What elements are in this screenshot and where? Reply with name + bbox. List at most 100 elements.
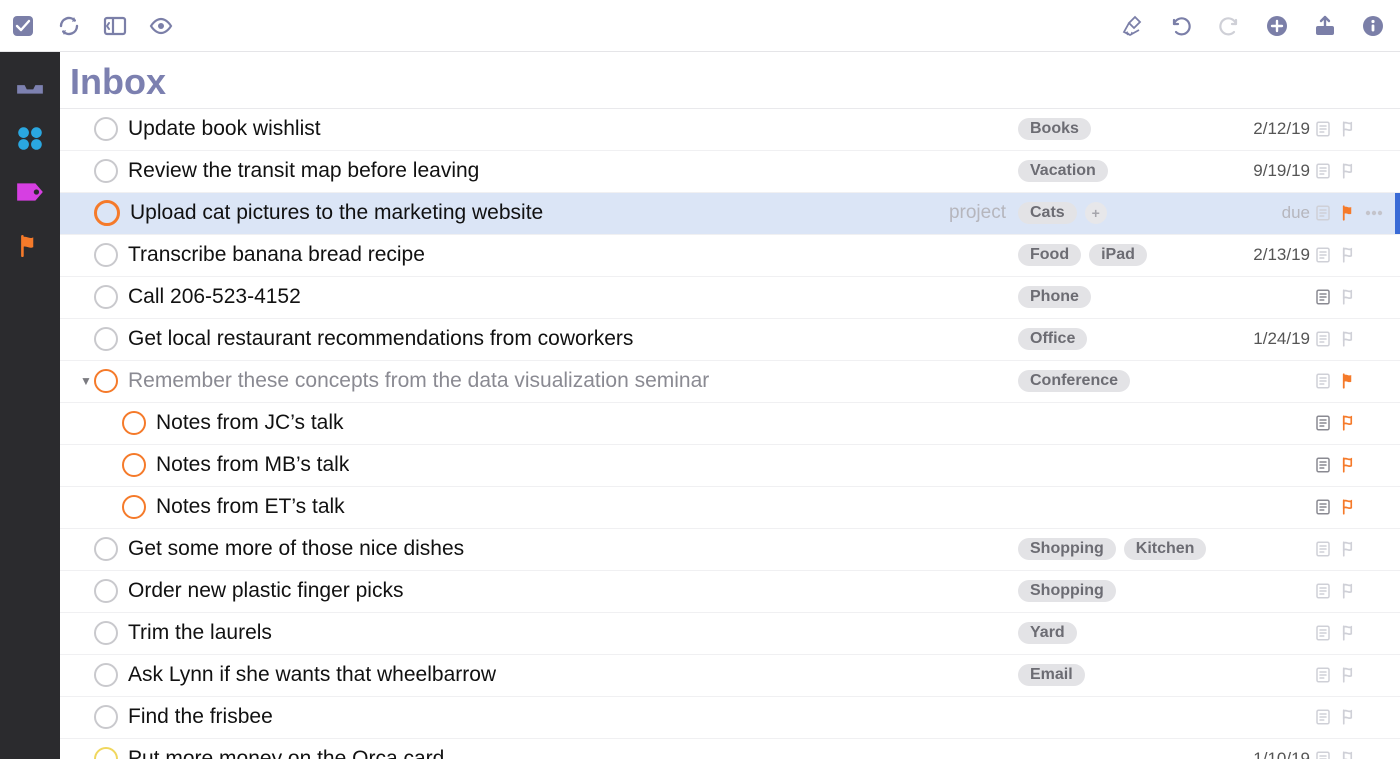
task-title[interactable]: Notes from ET’s talk <box>156 495 345 519</box>
task-title[interactable]: Get some more of those nice dishes <box>128 537 464 561</box>
note-icon[interactable] <box>1310 540 1336 558</box>
task-title[interactable]: Update book wishlist <box>128 117 321 141</box>
note-icon[interactable] <box>1310 498 1336 516</box>
note-icon[interactable] <box>1310 456 1336 474</box>
task-title[interactable]: Remember these concepts from the data vi… <box>128 369 709 393</box>
task-title[interactable]: Trim the laurels <box>128 621 272 645</box>
status-circle[interactable] <box>94 579 118 603</box>
status-circle[interactable] <box>94 159 118 183</box>
flag-icon[interactable] <box>1336 540 1362 558</box>
status-circle[interactable] <box>94 747 118 759</box>
toggle-sidebar-icon[interactable] <box>102 13 128 39</box>
task-row[interactable]: Order new plastic finger picks Shopping <box>60 570 1400 612</box>
flag-icon[interactable] <box>1336 750 1362 759</box>
redo-icon[interactable] <box>1216 13 1242 39</box>
task-row[interactable]: Update book wishlistBooks2/12/19 <box>60 108 1400 150</box>
note-icon[interactable] <box>1310 666 1336 684</box>
note-icon[interactable] <box>1310 708 1336 726</box>
status-circle[interactable] <box>94 369 118 393</box>
note-icon[interactable] <box>1310 288 1336 306</box>
flag-icon[interactable] <box>1336 246 1362 264</box>
task-row[interactable]: Get local restaurant recommendations fro… <box>60 318 1400 360</box>
sidebar-projects[interactable] <box>13 124 47 152</box>
task-title[interactable]: Transcribe banana bread recipe <box>128 243 425 267</box>
tag-pill[interactable]: Food <box>1018 244 1081 266</box>
task-row[interactable]: Trim the laurels Yard <box>60 612 1400 654</box>
task-row[interactable]: Notes from ET’s talk <box>60 486 1400 528</box>
status-circle[interactable] <box>94 537 118 561</box>
tag-pill[interactable]: Cats <box>1018 202 1077 224</box>
note-icon[interactable] <box>1310 414 1336 432</box>
tag-pill[interactable]: Vacation <box>1018 160 1108 182</box>
flag-icon[interactable] <box>1336 666 1362 684</box>
flag-icon[interactable] <box>1336 582 1362 600</box>
flag-icon[interactable] <box>1336 414 1362 432</box>
undo-icon[interactable] <box>1168 13 1194 39</box>
task-title[interactable]: Call 206-523-4152 <box>128 285 301 309</box>
inspector-icon[interactable] <box>1360 13 1386 39</box>
tag-pill[interactable]: Email <box>1018 664 1085 686</box>
tag-pill[interactable]: Conference <box>1018 370 1130 392</box>
share-icon[interactable] <box>1312 13 1338 39</box>
add-icon[interactable] <box>1264 13 1290 39</box>
sidebar-inbox[interactable] <box>13 70 47 98</box>
note-icon[interactable] <box>1310 750 1336 759</box>
status-circle[interactable] <box>94 327 118 351</box>
sidebar-tags[interactable] <box>13 178 47 206</box>
status-circle[interactable] <box>94 117 118 141</box>
flag-icon[interactable] <box>1336 120 1362 138</box>
note-icon[interactable] <box>1310 120 1336 138</box>
more-icon[interactable] <box>1362 210 1386 216</box>
status-circle[interactable] <box>122 495 146 519</box>
task-title[interactable]: Ask Lynn if she wants that wheelbarrow <box>128 663 496 687</box>
task-title[interactable]: Order new plastic finger picks <box>128 579 403 603</box>
flag-icon[interactable] <box>1336 372 1362 390</box>
task-title[interactable]: Notes from MB’s talk <box>156 453 349 477</box>
sync-icon[interactable] <box>56 13 82 39</box>
task-row[interactable]: ▼ Remember these concepts from the data v… <box>60 360 1400 402</box>
flag-icon[interactable] <box>1336 162 1362 180</box>
note-icon[interactable] <box>1310 246 1336 264</box>
task-title[interactable]: Review the transit map before leaving <box>128 159 479 183</box>
status-circle[interactable] <box>122 411 146 435</box>
quick-entry-icon[interactable] <box>10 13 36 39</box>
tag-pill[interactable]: Yard <box>1018 622 1077 644</box>
add-tag-button[interactable]: + <box>1085 202 1107 224</box>
task-row[interactable]: Notes from JC’s talk <box>60 402 1400 444</box>
flag-icon[interactable] <box>1336 288 1362 306</box>
task-row[interactable]: Ask Lynn if she wants that wheelbarrow Em… <box>60 654 1400 696</box>
note-icon[interactable] <box>1310 582 1336 600</box>
status-circle[interactable] <box>94 663 118 687</box>
task-row[interactable]: Notes from MB’s talk <box>60 444 1400 486</box>
tag-pill[interactable]: Shopping <box>1018 538 1116 560</box>
task-title[interactable]: Find the frisbee <box>128 705 273 729</box>
status-circle[interactable] <box>122 453 146 477</box>
status-circle[interactable] <box>94 285 118 309</box>
status-circle[interactable] <box>94 705 118 729</box>
task-row[interactable]: Find the frisbee <box>60 696 1400 738</box>
flag-icon[interactable] <box>1336 456 1362 474</box>
disclosure-triangle-icon[interactable]: ▼ <box>78 374 94 388</box>
note-icon[interactable] <box>1310 330 1336 348</box>
task-title[interactable]: Put more money on the Orca card <box>128 747 444 759</box>
tag-pill[interactable]: Books <box>1018 118 1091 140</box>
project-field[interactable]: project <box>848 202 1018 224</box>
sidebar-flagged[interactable] <box>13 232 47 260</box>
flag-icon[interactable] <box>1336 498 1362 516</box>
task-title[interactable]: Upload cat pictures to the marketing web… <box>130 201 543 225</box>
note-icon[interactable] <box>1310 624 1336 642</box>
task-row[interactable]: Transcribe banana bread recipeFoodiPad2/… <box>60 234 1400 276</box>
cleanup-icon[interactable] <box>1120 13 1146 39</box>
tag-pill[interactable]: Phone <box>1018 286 1091 308</box>
tag-pill[interactable]: iPad <box>1089 244 1147 266</box>
flag-icon[interactable] <box>1336 330 1362 348</box>
flag-icon[interactable] <box>1336 708 1362 726</box>
tag-pill[interactable]: Shopping <box>1018 580 1116 602</box>
task-row[interactable]: Upload cat pictures to the marketing web… <box>60 192 1400 234</box>
note-icon[interactable] <box>1310 372 1336 390</box>
note-icon[interactable] <box>1310 204 1336 222</box>
task-row[interactable]: Review the transit map before leaving Vac… <box>60 150 1400 192</box>
task-title[interactable]: Get local restaurant recommendations fro… <box>128 327 633 351</box>
task-row[interactable]: Put more money on the Orca card1/10/19 <box>60 738 1400 759</box>
status-circle[interactable] <box>94 243 118 267</box>
